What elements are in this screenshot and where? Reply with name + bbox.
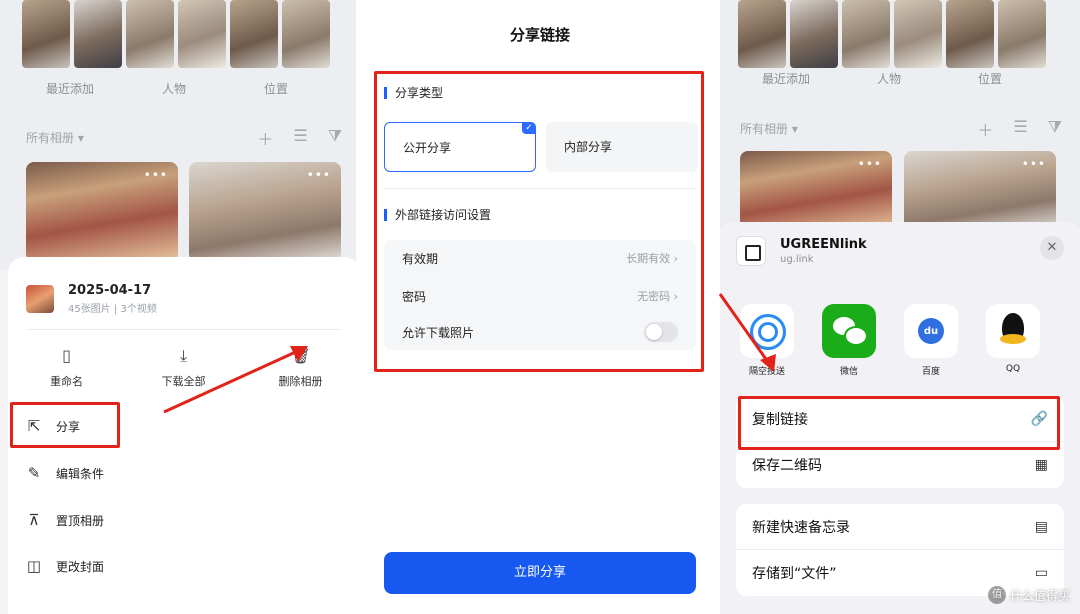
location-label[interactable]: 位置 xyxy=(978,70,1002,87)
photo-thumb[interactable] xyxy=(894,0,942,68)
photo-thumb[interactable] xyxy=(22,0,70,68)
more-icon[interactable]: ••• xyxy=(1022,157,1046,171)
photo-thumb[interactable] xyxy=(230,0,278,68)
wechat-icon xyxy=(822,304,876,358)
album-cover[interactable]: ••• xyxy=(904,151,1056,231)
baidu-icon xyxy=(904,304,958,358)
app-name: UGREENlink xyxy=(780,237,867,252)
watermark-text: 什么值得买 xyxy=(1009,588,1070,603)
recent-label[interactable]: 最近添加 xyxy=(46,80,94,97)
photo-thumb[interactable] xyxy=(998,0,1046,68)
highlight-box-share-settings xyxy=(374,71,704,372)
cover-icon: ◫ xyxy=(26,557,42,575)
close-button[interactable]: ✕ xyxy=(1040,236,1064,260)
app-label: QQ xyxy=(1005,364,1021,374)
menu-label: 编辑条件 xyxy=(56,466,105,481)
album-thumbnail xyxy=(26,285,54,313)
album-toolbar: ＋ ☰ ⧩ xyxy=(977,117,1062,141)
divider xyxy=(26,329,342,330)
watermark-badge: 值 xyxy=(987,586,1006,604)
all-albums-label: 所有相册 xyxy=(26,131,75,145)
chevron-down-icon: ▾ xyxy=(77,131,84,145)
rename-icon: ▯ xyxy=(62,346,71,365)
album-date: 2025-04-17 xyxy=(68,283,152,298)
edit-icon: ✎ xyxy=(27,464,41,482)
more-icon[interactable]: ••• xyxy=(307,168,331,182)
photo-thumb[interactable] xyxy=(790,0,838,68)
recent-thumbs xyxy=(22,0,330,68)
photo-thumb[interactable] xyxy=(126,0,174,68)
action-group-secondary: 新建快速备忘录 ▤ 存储到“文件” ▭ xyxy=(736,504,1064,596)
all-albums-label: 所有相册 xyxy=(740,122,789,136)
watermark: 值 什么值得买 xyxy=(987,586,1070,604)
album-info: 2025-04-17 45张图片 | 3个视频 xyxy=(26,283,157,315)
add-icon[interactable]: ＋ xyxy=(977,117,993,141)
people-label[interactable]: 人物 xyxy=(877,70,901,87)
album-actions-panel: 最近添加 人物 位置 所有相册 ▾ ＋ ☰ ⧩ ••• ••• 2025-04-… xyxy=(0,0,360,614)
action-label: 存储到“文件” xyxy=(752,566,837,582)
screenshot-stage: 最近添加 人物 位置 所有相册 ▾ ＋ ☰ ⧩ ••• ••• 2025-04-… xyxy=(0,0,1080,614)
album-grid-background: 最近添加 人物 位置 所有相册 ▾ ＋ ☰ ⧩ ••• ••• xyxy=(0,0,360,270)
menu-label: 更改封面 xyxy=(56,559,105,574)
panel-separator xyxy=(356,0,364,614)
sort-icon[interactable]: ☰ xyxy=(293,126,307,150)
app-label: 百度 xyxy=(921,367,940,377)
app-label: 微信 xyxy=(839,367,858,377)
album-grid-background: 最近添加 人物 位置 所有相册 ▾ ＋ ☰ ⧩ ••• ••• xyxy=(720,0,1080,231)
close-icon: ✕ xyxy=(1046,240,1058,255)
sort-icon[interactable]: ☰ xyxy=(1013,117,1027,141)
folder-icon: ▭ xyxy=(1034,565,1048,581)
all-albums-header[interactable]: 所有相册 ▾ xyxy=(26,129,84,146)
recent-label[interactable]: 最近添加 xyxy=(762,70,810,87)
annotation-arrow-1 xyxy=(163,346,308,414)
quick-note-button[interactable]: 新建快速备忘录 ▤ xyxy=(736,504,1064,550)
location-label[interactable]: 位置 xyxy=(264,80,288,97)
photo-thumb[interactable] xyxy=(178,0,226,68)
share-now-button[interactable]: 立即分享 xyxy=(384,552,696,594)
more-icon[interactable]: ••• xyxy=(858,157,882,171)
menu-item-pin-top[interactable]: ⊼ 置顶相册 xyxy=(26,511,105,529)
album-cover[interactable]: ••• xyxy=(26,162,178,262)
chevron-down-icon: ▾ xyxy=(791,122,798,136)
filter-icon[interactable]: ⧩ xyxy=(328,126,342,150)
share-app-qq[interactable]: QQ xyxy=(986,304,1040,377)
photo-thumb[interactable] xyxy=(738,0,786,68)
rename-button[interactable]: ▯ 重命名 xyxy=(8,345,125,389)
highlight-box-copy-link xyxy=(738,396,1060,450)
share-source-header: UGREENlink ug.link xyxy=(736,236,867,266)
action-label: 新建快速备忘录 xyxy=(752,519,850,536)
qq-icon xyxy=(986,304,1040,358)
share-app-baidu[interactable]: 百度 xyxy=(904,304,958,377)
memo-icon: ▤ xyxy=(1034,518,1048,535)
album-meta: 45张图片 | 3个视频 xyxy=(68,304,157,315)
annotation-arrow-2 xyxy=(718,293,776,372)
photo-thumb[interactable] xyxy=(74,0,122,68)
photo-thumb[interactable] xyxy=(842,0,890,68)
rename-label: 重命名 xyxy=(50,375,83,388)
highlight-box-share xyxy=(10,402,120,448)
menu-label: 置顶相册 xyxy=(56,513,105,528)
add-icon[interactable]: ＋ xyxy=(257,126,273,150)
page-title: 分享链接 xyxy=(509,26,570,44)
album-cover[interactable]: ••• xyxy=(189,162,341,262)
people-label[interactable]: 人物 xyxy=(162,80,186,97)
menu-item-change-cover[interactable]: ◫ 更改封面 xyxy=(26,557,104,575)
photo-thumb[interactable] xyxy=(282,0,330,68)
action-label: 保存二维码 xyxy=(752,458,822,474)
recent-thumbs xyxy=(738,0,1046,68)
album-toolbar: ＋ ☰ ⧩ xyxy=(257,126,342,150)
album-cover[interactable]: ••• xyxy=(740,151,892,231)
app-icon xyxy=(736,236,766,266)
photo-thumb[interactable] xyxy=(946,0,994,68)
qrcode-icon: ▦ xyxy=(1034,457,1048,473)
filter-icon[interactable]: ⧩ xyxy=(1048,117,1062,141)
menu-item-edit-conditions[interactable]: ✎ 编辑条件 xyxy=(26,464,104,482)
app-url: ug.link xyxy=(780,254,814,265)
all-albums-header[interactable]: 所有相册 ▾ xyxy=(740,120,798,137)
share-app-wechat[interactable]: 微信 xyxy=(822,304,876,377)
pin-top-icon: ⊼ xyxy=(28,511,40,529)
more-icon[interactable]: ••• xyxy=(144,168,168,182)
